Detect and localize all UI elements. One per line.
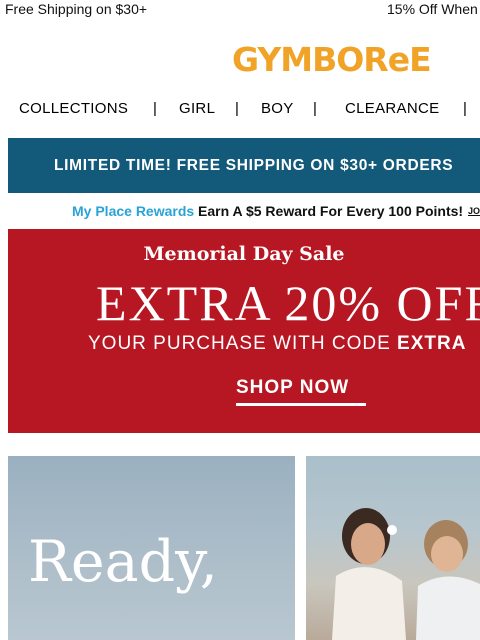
nav-separator: | [313,100,317,117]
nav-item-boy[interactable]: BOY [261,98,294,120]
main-nav: COLLECTIONS | GIRL | BOY | CLEARANCE | [0,98,480,120]
top-announcement-bar: Free Shipping on $30+ 15% Off When [0,0,480,18]
promo-code: EXTRA [397,333,467,354]
shop-now-button[interactable]: SHOP NOW [236,375,349,401]
gymboree-logo[interactable]: GYMBOReE [232,42,432,78]
nav-item-collections[interactable]: COLLECTIONS [19,98,128,120]
nav-separator: | [235,100,239,117]
hero-image-left[interactable]: Ready, [8,456,295,640]
rewards-join-link[interactable]: JO [468,201,480,221]
hero-image-right[interactable] [306,456,480,640]
children-photo-illustration [332,508,480,640]
sale-subline-text: YOUR PURCHASE WITH CODE [88,333,391,354]
rewards-brand: My Place Rewards [72,203,195,219]
shop-now-underline [236,403,366,406]
free-shipping-notice[interactable]: Free Shipping on $30+ [5,0,147,18]
rewards-message: Earn A $5 Reward For Every 100 Points! [198,203,464,219]
free-shipping-banner[interactable]: LIMITED TIME! FREE SHIPPING ON $30+ ORDE… [8,138,480,193]
discount-notice[interactable]: 15% Off When [387,0,478,18]
free-shipping-banner-text: LIMITED TIME! FREE SHIPPING ON $30+ ORDE… [54,157,454,174]
nav-item-girl[interactable]: GIRL [179,98,215,120]
sale-subline: YOUR PURCHASE WITH CODE EXTRA [88,331,466,357]
memorial-day-sale-banner[interactable]: Memorial Day Sale EXTRA 20% OFF YOUR PUR… [8,229,480,433]
sale-headline: EXTRA 20% OFF [96,275,480,331]
nav-separator: | [153,100,157,117]
rewards-strip: My Place Rewards Earn A $5 Reward For Ev… [0,201,480,221]
hero-headline: Ready, [28,529,218,595]
nav-item-clearance[interactable]: CLEARANCE [345,98,439,120]
sale-eyebrow: Memorial Day Sale [143,243,345,265]
nav-separator: | [463,100,467,117]
